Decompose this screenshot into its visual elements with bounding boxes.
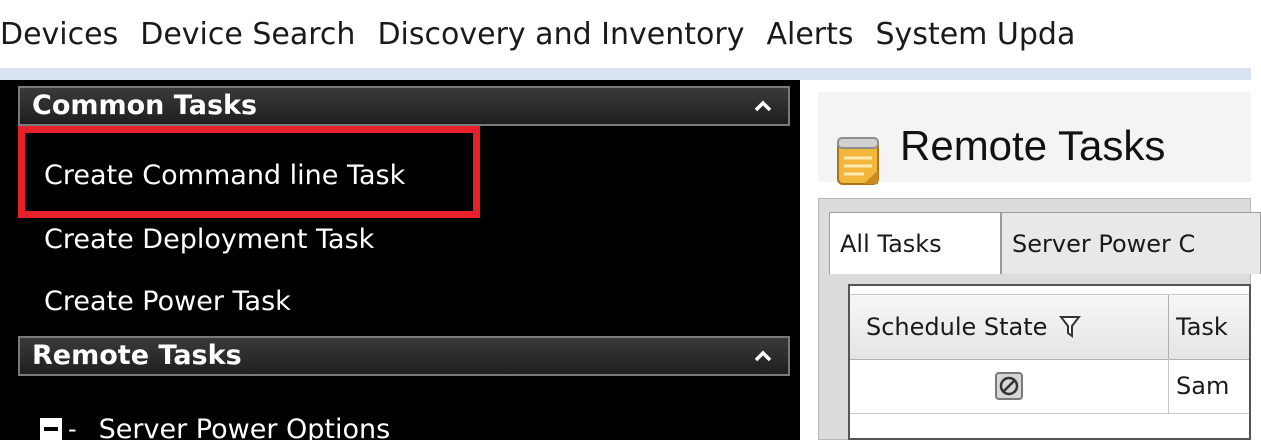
highlight-box bbox=[18, 126, 480, 218]
tab-server-power[interactable]: Server Power C bbox=[1001, 212, 1261, 274]
menubar-items: Devices Device Search Discovery and Inve… bbox=[0, 0, 1251, 68]
common-tasks-header[interactable]: Common Tasks bbox=[18, 86, 790, 126]
tasks-grid: Schedule State Task Sam bbox=[848, 284, 1251, 440]
remote-tasks-title: Remote Tasks bbox=[32, 340, 242, 371]
tab-all-tasks[interactable]: All Tasks bbox=[829, 212, 1001, 274]
collapse-toggle-icon[interactable] bbox=[40, 418, 62, 440]
column-header-label: Schedule State bbox=[866, 313, 1048, 341]
schedule-state-cell bbox=[850, 359, 1168, 413]
schedule-disabled-icon bbox=[994, 371, 1024, 401]
menu-alerts[interactable]: Alerts bbox=[766, 17, 853, 52]
tasks-notepad-icon bbox=[834, 132, 882, 186]
common-tasks-title: Common Tasks bbox=[32, 90, 258, 121]
column-separator bbox=[1168, 295, 1169, 359]
menu-discovery-inventory[interactable]: Discovery and Inventory bbox=[377, 17, 744, 52]
top-menubar: Devices Device Search Discovery and Inve… bbox=[0, 0, 1261, 80]
tree-connector: - bbox=[68, 415, 77, 443]
remote-tasks-header[interactable]: Remote Tasks bbox=[18, 336, 790, 376]
chevron-up-icon[interactable] bbox=[752, 96, 774, 116]
cell-separator bbox=[1168, 359, 1169, 413]
main-content: Remote Tasks All Tasks Server Power C Sc… bbox=[818, 80, 1261, 440]
chevron-up-icon[interactable] bbox=[752, 346, 774, 366]
menubar-underline bbox=[0, 68, 1251, 80]
menu-device-search[interactable]: Device Search bbox=[140, 17, 355, 52]
grid-header: Schedule State Task bbox=[850, 294, 1249, 360]
filter-icon[interactable] bbox=[1059, 315, 1082, 339]
page-title: Remote Tasks bbox=[900, 122, 1166, 169]
column-header-task[interactable]: Task bbox=[1176, 295, 1249, 359]
create-power-task-link[interactable]: Create Power Task bbox=[44, 286, 291, 317]
menu-system-updates[interactable]: System Upda bbox=[876, 17, 1076, 52]
menu-devices[interactable]: Devices bbox=[0, 17, 118, 52]
task-name-cell: Sam bbox=[1176, 372, 1230, 400]
create-deployment-task-link[interactable]: Create Deployment Task bbox=[44, 224, 374, 255]
table-row[interactable]: Sam bbox=[850, 359, 1249, 414]
column-header-schedule-state[interactable]: Schedule State bbox=[866, 295, 1166, 359]
